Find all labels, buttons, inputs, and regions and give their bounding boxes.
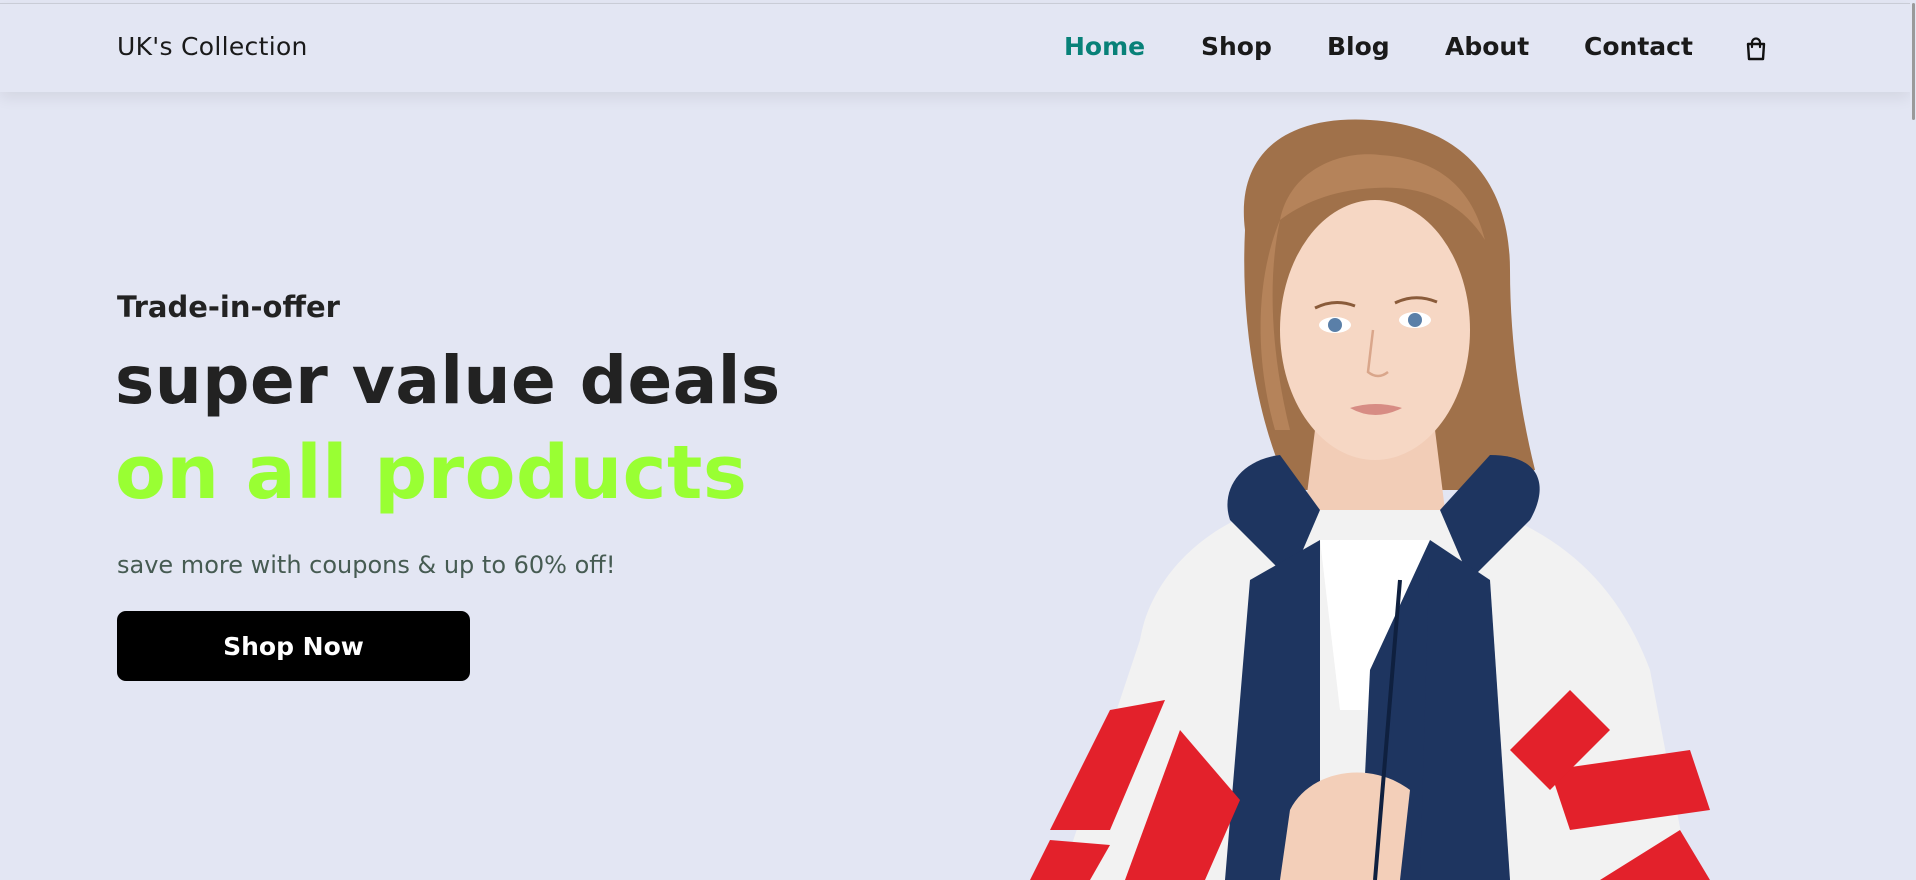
nav-about[interactable]: About: [1445, 32, 1529, 61]
site-logo[interactable]: UK's Collection: [117, 32, 308, 61]
hero-subtitle: save more with coupons & up to 60% off!: [117, 551, 616, 579]
shopping-bag-icon[interactable]: [1745, 37, 1767, 61]
scrollbar-thumb[interactable]: [1912, 3, 1915, 120]
hero-title-highlight: on all products: [115, 430, 748, 516]
page-scrollbar[interactable]: [1910, 0, 1916, 880]
nav-contact[interactable]: Contact: [1584, 32, 1693, 61]
hero-model-image: [1030, 119, 1710, 880]
shop-now-button[interactable]: Shop Now: [117, 611, 470, 681]
hero-kicker: Trade-in-offer: [117, 290, 340, 324]
site-header: UK's Collection Home Shop Blog About Con…: [0, 3, 1910, 92]
nav-home[interactable]: Home: [1064, 32, 1145, 61]
nav-shop[interactable]: Shop: [1201, 32, 1272, 61]
hero-title: super value deals: [115, 342, 781, 419]
page: UK's Collection Home Shop Blog About Con…: [0, 0, 1916, 880]
nav-blog[interactable]: Blog: [1327, 32, 1390, 61]
